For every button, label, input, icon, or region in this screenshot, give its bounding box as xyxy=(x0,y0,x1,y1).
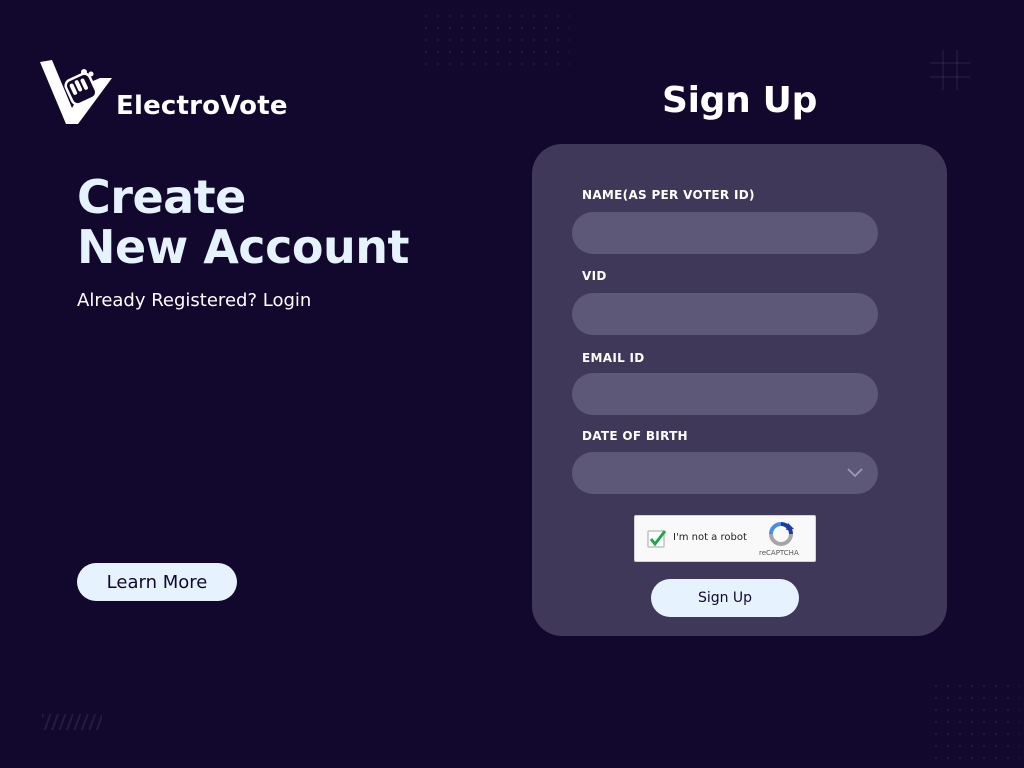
signup-page: ElectroVote Create New Account Already R… xyxy=(0,0,1024,768)
recaptcha-logo-icon xyxy=(769,522,794,546)
recaptcha-checkbox[interactable] xyxy=(647,528,669,550)
headline-line-1: Create xyxy=(77,170,246,224)
login-link[interactable]: Login xyxy=(263,290,312,311)
recaptcha-widget: I'm not a robot reCAPTCHA xyxy=(634,515,816,562)
hand-ballot-logo-icon xyxy=(40,60,112,124)
brand-name: ElectroVote xyxy=(116,91,288,121)
brand-logo[interactable]: ElectroVote xyxy=(38,58,288,126)
name-input[interactable] xyxy=(572,212,878,254)
decorative-dots xyxy=(930,680,1020,760)
signup-form-card: NAME(AS PER VOTER ID) VID EMAIL ID DATE … xyxy=(532,144,947,636)
dob-field-label: DATE OF BIRTH xyxy=(582,429,688,443)
dob-select[interactable] xyxy=(572,452,878,494)
sign-up-button[interactable]: Sign Up xyxy=(651,579,799,617)
decorative-hatch xyxy=(42,714,102,730)
already-registered-text: Already Registered? Login xyxy=(77,290,311,311)
vid-field-label: VID xyxy=(582,269,607,283)
vid-input[interactable] xyxy=(572,293,878,335)
email-input[interactable] xyxy=(572,373,878,415)
recaptcha-label: I'm not a robot xyxy=(673,532,747,543)
headline-line-2: New Account xyxy=(77,220,409,274)
learn-more-button[interactable]: Learn More xyxy=(77,563,237,601)
chevron-down-icon xyxy=(847,468,863,478)
name-field-label: NAME(AS PER VOTER ID) xyxy=(582,188,755,202)
decorative-dots xyxy=(420,10,570,70)
already-registered-label: Already Registered? xyxy=(77,290,257,311)
page-headline: Create New Account xyxy=(77,172,409,272)
email-field-label: EMAIL ID xyxy=(582,351,645,365)
recaptcha-brand: reCAPTCHA xyxy=(759,549,799,557)
form-title: Sign Up xyxy=(661,80,818,121)
